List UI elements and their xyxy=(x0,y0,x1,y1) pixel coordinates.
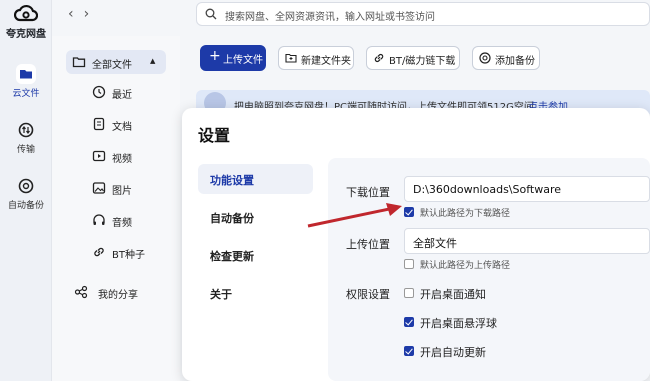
history-nav: ‹› xyxy=(68,6,99,22)
tab-feature-settings[interactable]: 功能设置 xyxy=(198,164,313,194)
folder-icon xyxy=(72,57,86,68)
search-input[interactable]: 搜索网盘、全网资源资讯，输入网址或书签访问 xyxy=(196,2,650,26)
new-folder-icon xyxy=(285,53,297,63)
upload-default-checkbox[interactable] xyxy=(404,259,414,269)
search-placeholder: 搜索网盘、全网资源资讯，输入网址或书签访问 xyxy=(225,12,435,23)
feature-settings-panel: 下载位置 D:\360downloads\Software 默认此路径为下载路径… xyxy=(328,158,650,381)
rail-item-label: 自动备份 xyxy=(7,201,44,211)
headphones-icon xyxy=(93,214,105,225)
menu-item-my-share[interactable]: 我的分享 xyxy=(66,280,166,304)
rail-item-cloud-files[interactable]: 云文件 xyxy=(0,64,52,99)
settings-nav: 功能设置 自动备份 检查更新 关于 xyxy=(198,164,313,316)
file-menu: 全部文件 ▲ 最近 文档 视频 图片 音频 BT种子 我的分享 xyxy=(52,36,180,381)
rail-item-label: 传输 xyxy=(16,145,35,155)
file-toolbar: + 上传文件 新建文件夹 BT/磁力链下载 添加备份 xyxy=(180,36,650,86)
bt-magnet-download-button[interactable]: BT/磁力链下载 xyxy=(366,46,460,70)
transfer-icon xyxy=(16,120,36,140)
clock-icon xyxy=(92,85,106,99)
share-icon xyxy=(74,285,88,299)
permission-settings-label: 权限设置 xyxy=(346,288,390,301)
cloud-logo-icon xyxy=(14,4,38,22)
download-location-label: 下载位置 xyxy=(346,186,390,199)
plus-icon: + xyxy=(209,48,221,64)
menu-item-all-files[interactable]: 全部文件 ▲ xyxy=(66,50,166,74)
rail-item-label: 云文件 xyxy=(12,89,40,99)
link-icon xyxy=(94,247,104,257)
app-name: 夸克网盘 xyxy=(6,29,46,40)
upload-location-label: 上传位置 xyxy=(346,238,390,251)
menu-item-label: 图片 xyxy=(112,186,132,197)
backup-icon xyxy=(16,176,36,196)
menu-item-label: 我的分享 xyxy=(98,290,138,301)
dialog-title: 设置 xyxy=(198,126,231,145)
auto-update-checkbox[interactable] xyxy=(404,346,414,356)
backup-icon xyxy=(479,52,491,64)
menu-item-audio[interactable]: 音频 xyxy=(92,208,192,232)
menu-item-images[interactable]: 图片 xyxy=(92,176,192,200)
back-button[interactable]: ‹ xyxy=(68,6,84,22)
download-path-field[interactable]: D:\360downloads\Software xyxy=(404,176,650,202)
desktop-notification-checkbox[interactable] xyxy=(404,288,414,298)
menu-item-videos[interactable]: 视频 xyxy=(92,144,192,168)
menu-item-label: 视频 xyxy=(112,154,132,165)
settings-dialog: 设置 功能设置 自动备份 检查更新 关于 下载位置 D:\360download… xyxy=(182,108,650,381)
annotation-arrow-icon xyxy=(307,203,402,228)
rail-item-transfer[interactable]: 传输 xyxy=(0,120,52,155)
menu-item-label: BT种子 xyxy=(112,250,145,261)
tab-auto-backup[interactable]: 自动备份 xyxy=(198,202,313,232)
upload-path-field[interactable]: 全部文件 xyxy=(404,228,650,254)
app-rail: 夸克网盘 云文件 传输 自动备份 xyxy=(0,0,52,381)
menu-item-documents[interactable]: 文档 xyxy=(92,112,192,136)
floating-ball-checkbox[interactable] xyxy=(404,317,414,327)
caret-up-icon: ▲ xyxy=(150,57,156,65)
folder-icon xyxy=(16,64,36,84)
video-icon xyxy=(92,150,106,162)
forward-button[interactable]: › xyxy=(84,6,100,22)
link-icon xyxy=(374,53,384,63)
add-backup-button[interactable]: 添加备份 xyxy=(472,46,540,70)
search-icon xyxy=(205,8,217,20)
tab-check-update[interactable]: 检查更新 xyxy=(198,240,313,270)
menu-item-label: 最近 xyxy=(112,90,132,101)
document-icon xyxy=(93,117,105,131)
image-icon xyxy=(92,182,106,194)
tab-about[interactable]: 关于 xyxy=(198,278,313,308)
menu-item-bt-torrents[interactable]: BT种子 xyxy=(92,240,192,264)
menu-item-recent[interactable]: 最近 xyxy=(92,80,192,104)
new-folder-button[interactable]: 新建文件夹 xyxy=(278,46,354,70)
menu-item-label: 全部文件 xyxy=(92,60,132,71)
upload-file-button[interactable]: + 上传文件 xyxy=(200,45,266,71)
rail-item-auto-backup[interactable]: 自动备份 xyxy=(0,176,52,211)
menu-item-label: 音频 xyxy=(112,218,132,229)
menu-item-label: 文档 xyxy=(112,122,132,133)
